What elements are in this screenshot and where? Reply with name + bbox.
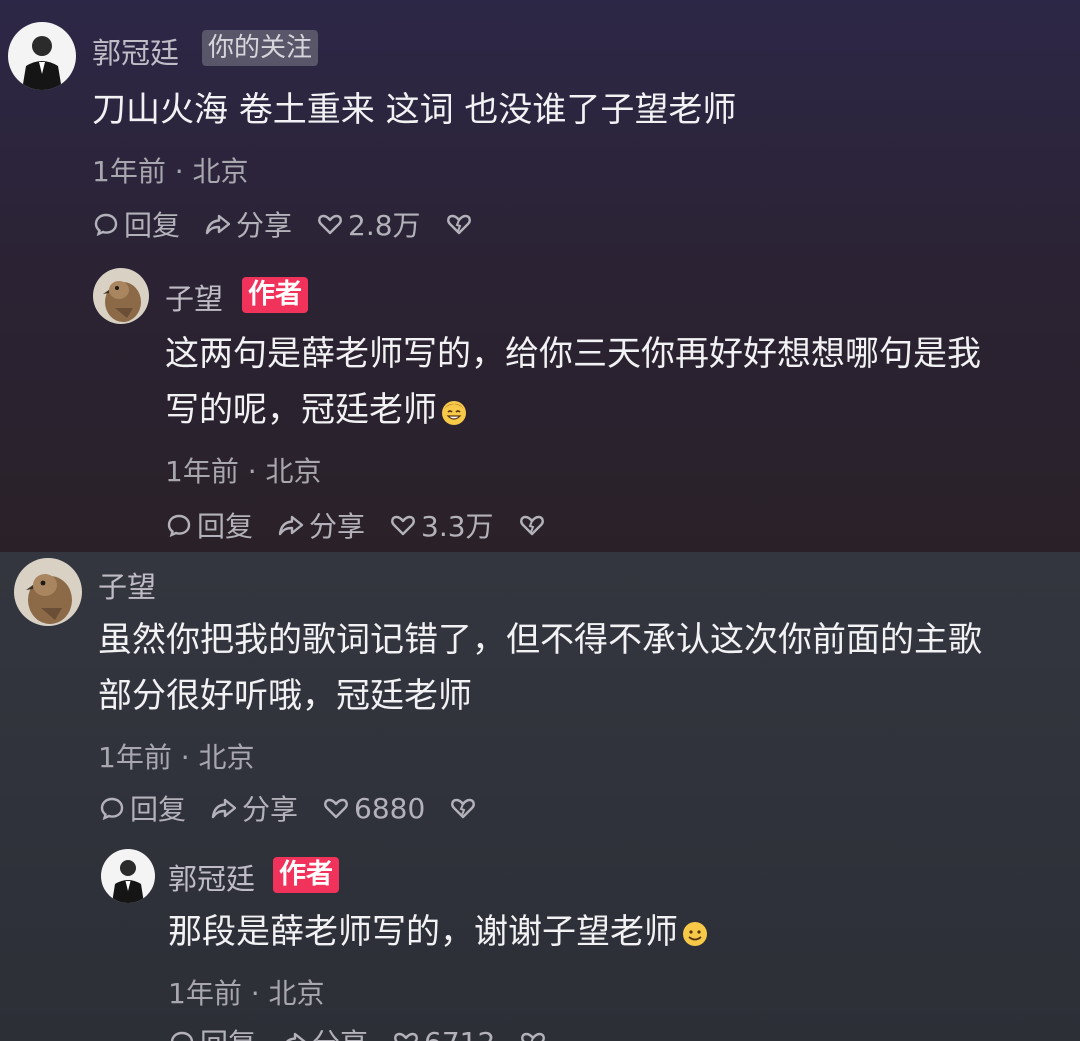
comment-text-line: 虽然你把我的歌词记错了，但不得不承认这次你前面的主歌 xyxy=(98,620,982,660)
comment-text: 刀山火海 卷土重来 这词 也没谁了子望老师 xyxy=(92,90,737,130)
share-button[interactable]: 分享 xyxy=(280,1022,368,1041)
reply-author-name[interactable]: 郭冠廷 xyxy=(168,856,255,898)
share-icon xyxy=(211,798,237,819)
author-badge: 作者 xyxy=(273,857,339,893)
dislike-button[interactable] xyxy=(518,511,546,539)
share-button[interactable]: 分享 xyxy=(204,204,292,244)
like-count: 6712 xyxy=(424,1026,495,1041)
heart-icon xyxy=(324,798,348,819)
reply-actions: 回复 分享 3.3万 xyxy=(165,505,546,545)
reply-icon xyxy=(94,213,118,237)
share-label: 分享 xyxy=(236,209,293,242)
reply-meta: 1年前 · 北京 xyxy=(165,455,322,488)
share-button[interactable]: 分享 xyxy=(277,505,365,545)
comment-author-name[interactable]: 郭冠廷 xyxy=(92,30,179,72)
reply-button[interactable]: 回复 xyxy=(92,204,180,244)
share-button[interactable]: 分享 xyxy=(210,788,298,828)
reply-button[interactable]: 回复 xyxy=(165,505,253,545)
reply-text-line-content: 写的呢，冠廷老师 xyxy=(165,390,437,430)
comment-author-name[interactable]: 子望 xyxy=(98,564,156,606)
reply-text: 那段是薛老师写的，谢谢子望老师 xyxy=(168,904,710,960)
comment-thread-1: 郭冠廷 你的关注 刀山火海 卷土重来 这词 也没谁了子望老师 1年前 · 北京 … xyxy=(0,0,1080,552)
broken-heart-icon xyxy=(446,214,471,235)
following-badge: 你的关注 xyxy=(202,30,319,66)
like-button[interactable]: 6712 xyxy=(392,1026,495,1041)
reply-label: 回复 xyxy=(130,793,187,826)
reply-text: 这两句是薛老师写的，给你三天你再好好想想哪句是我 写的呢，冠廷老师 xyxy=(165,326,981,438)
comment-meta: 1年前 · 北京 xyxy=(92,155,249,188)
dislike-button[interactable] xyxy=(519,1028,547,1041)
broken-heart-icon xyxy=(521,1032,546,1041)
reply-button[interactable]: 回复 xyxy=(168,1022,256,1041)
grinning-face-emoji xyxy=(442,401,466,425)
like-button[interactable]: 3.3万 xyxy=(389,505,494,545)
like-button[interactable]: 6880 xyxy=(322,792,425,825)
share-label: 分享 xyxy=(312,1022,368,1041)
reply-meta: 1年前 · 北京 xyxy=(168,977,325,1010)
reply-label: 回复 xyxy=(197,510,254,543)
like-count: 2.8万 xyxy=(348,209,421,242)
reply-icon xyxy=(100,797,124,821)
comment-thread-2: 子望 虽然你把我的歌词记错了，但不得不承认这次你前面的主歌 部分很好听哦，冠廷老… xyxy=(0,552,1080,1041)
comment-text: 虽然你把我的歌词记错了，但不得不承认这次你前面的主歌 部分很好听哦，冠廷老师 xyxy=(98,612,982,724)
share-label: 分享 xyxy=(309,510,366,543)
share-icon xyxy=(286,1032,306,1041)
reply-text-line: 写的呢，冠廷老师 xyxy=(165,382,981,438)
user-avatar[interactable] xyxy=(14,558,82,626)
comment-text-line: 部分很好听哦，冠廷老师 xyxy=(98,676,472,716)
reply-button[interactable]: 回复 xyxy=(98,788,186,828)
user-avatar[interactable] xyxy=(8,22,76,90)
comment-actions: 回复 分享 6880 xyxy=(98,788,477,828)
broken-heart-icon xyxy=(451,798,476,819)
reply-text-content: 那段是薛老师写的，谢谢子望老师 xyxy=(168,912,678,952)
reply-user-avatar[interactable] xyxy=(93,268,149,324)
like-count: 3.3万 xyxy=(421,510,494,543)
heart-icon xyxy=(391,515,415,536)
dislike-button[interactable] xyxy=(449,794,477,822)
smiling-face-emoji xyxy=(683,922,707,946)
share-icon xyxy=(205,214,231,235)
reply-text-line: 这两句是薛老师写的，给你三天你再好好想想哪句是我 xyxy=(165,334,981,374)
share-label: 分享 xyxy=(242,793,299,826)
heart-icon xyxy=(318,214,342,235)
dislike-button[interactable] xyxy=(445,210,473,238)
comment-meta: 1年前 · 北京 xyxy=(98,741,255,774)
broken-heart-icon xyxy=(519,515,544,536)
reply-label: 回复 xyxy=(124,209,181,242)
like-count: 6880 xyxy=(354,791,426,825)
reply-icon xyxy=(170,1031,194,1041)
like-button[interactable]: 2.8万 xyxy=(316,204,421,244)
reply-label: 回复 xyxy=(200,1022,256,1041)
author-badge: 作者 xyxy=(242,277,308,313)
reply-icon xyxy=(167,514,191,538)
reply-actions: 回复 分享 6712 xyxy=(168,1022,547,1041)
comment-actions: 回复 分享 2.8万 xyxy=(92,204,473,244)
reply-user-avatar[interactable] xyxy=(101,849,155,903)
heart-icon xyxy=(394,1032,418,1041)
share-icon xyxy=(278,515,304,536)
reply-author-name[interactable]: 子望 xyxy=(165,276,223,318)
